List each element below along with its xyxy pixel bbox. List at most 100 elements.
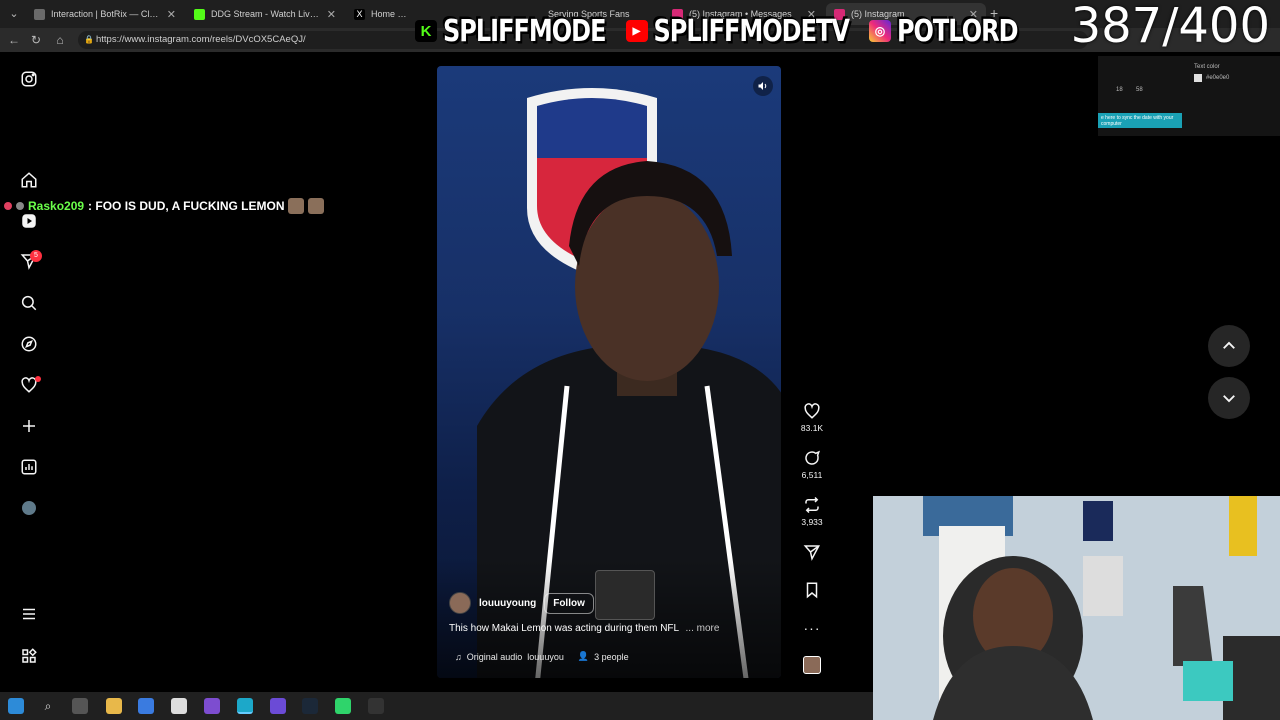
- stream-overlay-logos: K SPLIFFMODE ▶ SPLIFFMODETV ◎ POTLORD: [415, 6, 1032, 56]
- more-options-icon: ···: [803, 620, 821, 636]
- x-favicon-icon: X: [354, 8, 365, 20]
- tab-kick[interactable]: DDG Stream - Watch Live on Kick ✕: [186, 3, 344, 25]
- chevron-up-icon: [1223, 341, 1235, 349]
- webcam-feed: [873, 496, 1280, 720]
- notifications-dot: [35, 376, 41, 382]
- tab-label: Interaction | BotRix — Cloud: [51, 9, 161, 19]
- app-icon[interactable]: [138, 698, 154, 714]
- comment-icon: [805, 450, 821, 465]
- text-color-label: Text color: [1194, 64, 1220, 70]
- youtube-logo-icon: ▶: [625, 20, 648, 42]
- author-name[interactable]: louuuyoung: [479, 598, 536, 609]
- tab-x[interactable]: X Home / X: [346, 3, 416, 25]
- also-from-meta-icon[interactable]: [18, 645, 40, 667]
- color-swatch[interactable]: [1194, 74, 1202, 82]
- reel-sticker: [595, 570, 655, 620]
- home-browser-icon[interactable]: ⌂: [52, 32, 68, 48]
- comment-action[interactable]: 6,511: [796, 449, 828, 480]
- botrix-favicon-icon: [34, 8, 45, 20]
- edge-browser-icon[interactable]: [237, 698, 253, 714]
- tab-list-dropdown-icon[interactable]: ⌄: [6, 6, 22, 22]
- reel-caption[interactable]: This how Makai Lemon was acting during t…: [449, 623, 719, 634]
- chevron-down-icon: [1223, 395, 1235, 403]
- reel-author-row: louuuyoung Follow: [449, 592, 594, 614]
- explore-icon[interactable]: [18, 333, 40, 355]
- taskbar: ⌕: [0, 692, 873, 720]
- steam-icon[interactable]: [302, 698, 318, 714]
- instagram-overlay-icon: ◎: [868, 20, 891, 42]
- audio-link[interactable]: ♫ Original audio louuuyou: [455, 652, 564, 662]
- search-taskbar-icon[interactable]: ⌕: [40, 698, 56, 714]
- share-icon: [803, 545, 820, 561]
- follow-button[interactable]: Follow: [544, 592, 594, 614]
- app-icon[interactable]: [204, 698, 220, 714]
- reel-audio-row: ♫ Original audio louuuyou 👤 3 people: [455, 651, 629, 662]
- bookmark-icon: [806, 582, 818, 599]
- task-view-icon[interactable]: [72, 698, 88, 714]
- audio-title: Original audio: [466, 651, 523, 662]
- chat-message: Rasko209 : FOO IS DUD, A FUCKING LEMON: [4, 198, 325, 214]
- chat-badge-icon: [16, 202, 24, 210]
- url-text: https://www.instagram.com/reels/DVcOX5CA…: [96, 34, 306, 45]
- mute-button[interactable]: [753, 76, 773, 96]
- tagged-people-count: 3 people: [594, 651, 629, 662]
- chat-emote-icon: [308, 198, 325, 214]
- tab-label: DDG Stream - Watch Live on Kick: [211, 9, 321, 19]
- repost-count: 3,933: [801, 517, 823, 527]
- overlay-handle: SPLIFFMODETV: [653, 13, 850, 49]
- author-avatar[interactable]: [449, 592, 471, 614]
- person-icon: 👤: [577, 651, 590, 661]
- store-icon[interactable]: [171, 698, 187, 714]
- repost-icon: [805, 496, 819, 514]
- audio-thumbnail-icon: [803, 656, 821, 674]
- messages-badge: 5: [30, 250, 42, 262]
- overlay-handle: SPLIFFMODE: [443, 13, 606, 49]
- kick-favicon-icon: [194, 8, 205, 20]
- like-action[interactable]: 83.1K: [796, 402, 828, 433]
- tab-botrix[interactable]: Interaction | BotRix — Cloud ✕: [26, 3, 184, 25]
- app-icon[interactable]: [335, 698, 351, 714]
- previous-reel-button[interactable]: [1208, 325, 1250, 367]
- search-icon[interactable]: [18, 292, 40, 314]
- repost-action[interactable]: 3,933: [796, 496, 828, 527]
- refresh-icon[interactable]: ↻: [28, 32, 44, 48]
- volume-icon: [758, 82, 767, 90]
- instagram-logo-icon[interactable]: [18, 68, 40, 90]
- next-reel-button[interactable]: [1208, 377, 1250, 419]
- audio-thumbnail[interactable]: [796, 656, 828, 674]
- menu-icon[interactable]: [18, 603, 40, 625]
- tagged-people-button[interactable]: 👤 3 people: [578, 651, 629, 662]
- close-tab-icon[interactable]: ✕: [327, 8, 336, 21]
- chat-text: : FOO IS DUD, A FUCKING LEMON: [88, 199, 285, 213]
- home-icon[interactable]: [18, 169, 40, 191]
- profile-icon[interactable]: [18, 497, 40, 519]
- audio-author: louuuyou: [527, 651, 564, 662]
- music-note-icon: ♫: [455, 651, 462, 662]
- comment-count: 6,511: [801, 470, 823, 480]
- caption-more-link[interactable]: ... more: [686, 623, 720, 634]
- clock-widget: Text color #e0e0e0 18 58 e here to sync …: [1098, 56, 1280, 136]
- start-icon[interactable]: [8, 698, 24, 714]
- create-icon[interactable]: [18, 415, 40, 437]
- hex-value: #e0e0e0: [1206, 75, 1230, 81]
- hour-value[interactable]: 18: [1116, 87, 1123, 93]
- goal-counter: 387/400: [1070, 0, 1270, 54]
- app-icon[interactable]: [368, 698, 384, 714]
- webcam-graphic: [873, 496, 1280, 720]
- sync-date-button[interactable]: e here to sync the date with your comput…: [1098, 113, 1182, 128]
- obs-icon[interactable]: [270, 698, 286, 714]
- close-tab-icon[interactable]: ✕: [167, 8, 176, 21]
- site-info-icon[interactable]: 🔒: [84, 31, 94, 49]
- file-explorer-icon[interactable]: [106, 698, 122, 714]
- chat-badge-icon: [4, 202, 12, 210]
- reel-video[interactable]: louuuyoung Follow This how Makai Lemon w…: [437, 66, 781, 678]
- chat-username: Rasko209: [28, 199, 85, 213]
- back-icon[interactable]: ←: [6, 32, 22, 48]
- dashboard-icon[interactable]: [18, 456, 40, 478]
- like-count: 83.1K: [800, 423, 824, 433]
- more-options-action[interactable]: ···: [796, 620, 828, 636]
- minute-value[interactable]: 58: [1136, 87, 1143, 93]
- share-action[interactable]: [796, 543, 828, 561]
- chat-emote-icon: [288, 198, 305, 214]
- save-action[interactable]: [796, 581, 828, 599]
